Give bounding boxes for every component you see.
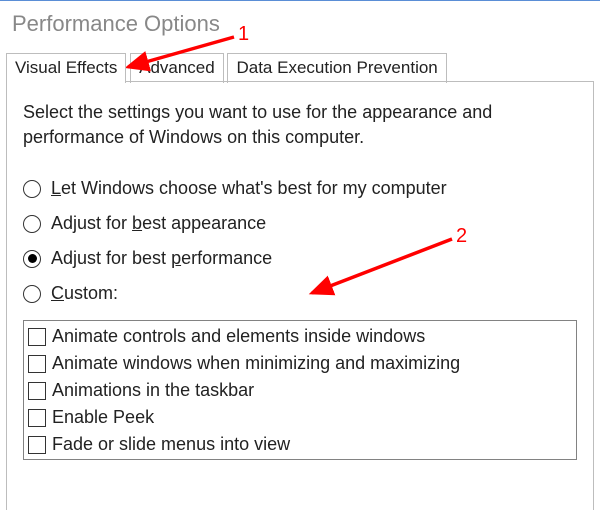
effects-list[interactable]: Animate controls and elements inside win…	[23, 320, 577, 460]
tab-visual-effects[interactable]: Visual Effects	[6, 53, 126, 83]
list-item[interactable]: Animations in the taskbar	[28, 377, 572, 404]
radio-best-performance[interactable]: Adjust for best performance	[23, 248, 577, 269]
visual-effects-panel: Select the settings you want to use for …	[6, 82, 594, 510]
radio-label: Adjust for best appearance	[51, 213, 266, 234]
annotation-number-1: 1	[238, 23, 249, 46]
radio-custom[interactable]: Custom:	[23, 283, 577, 304]
tab-strip: Visual Effects Advanced Data Execution P…	[6, 52, 594, 82]
tab-label: Data Execution Prevention	[236, 58, 437, 77]
check-label: Fade or slide menus into view	[52, 431, 290, 458]
radio-label: Custom:	[51, 283, 118, 304]
list-item[interactable]: Fade or slide menus into view	[28, 431, 572, 458]
tab-advanced[interactable]: Advanced	[130, 53, 224, 83]
performance-options-window: Performance Options Visual Effects Advan…	[0, 0, 600, 510]
checkbox-icon	[28, 328, 46, 346]
radio-icon	[23, 250, 41, 268]
check-label: Animate windows when minimizing and maxi…	[52, 350, 460, 377]
checkbox-icon	[28, 355, 46, 373]
instruction-text: Select the settings you want to use for …	[23, 100, 577, 150]
radio-icon	[23, 180, 41, 198]
check-label: Animate controls and elements inside win…	[52, 323, 425, 350]
tab-label: Advanced	[139, 58, 215, 77]
check-label: Animations in the taskbar	[52, 377, 254, 404]
checkbox-icon	[28, 382, 46, 400]
list-item[interactable]: Enable Peek	[28, 404, 572, 431]
radio-let-windows-choose[interactable]: Let Windows choose what's best for my co…	[23, 178, 577, 199]
radio-label: Adjust for best performance	[51, 248, 272, 269]
radio-icon	[23, 215, 41, 233]
tab-dep[interactable]: Data Execution Prevention	[227, 53, 446, 83]
radio-icon	[23, 285, 41, 303]
radio-label: Let Windows choose what's best for my co…	[51, 178, 447, 199]
check-label: Enable Peek	[52, 404, 154, 431]
checkbox-icon	[28, 436, 46, 454]
list-item[interactable]: Animate controls and elements inside win…	[28, 323, 572, 350]
window-title: Performance Options	[0, 1, 600, 52]
list-item[interactable]: Animate windows when minimizing and maxi…	[28, 350, 572, 377]
annotation-number-2: 2	[456, 225, 467, 248]
tab-label: Visual Effects	[15, 58, 117, 77]
radio-best-appearance[interactable]: Adjust for best appearance	[23, 213, 577, 234]
checkbox-icon	[28, 409, 46, 427]
